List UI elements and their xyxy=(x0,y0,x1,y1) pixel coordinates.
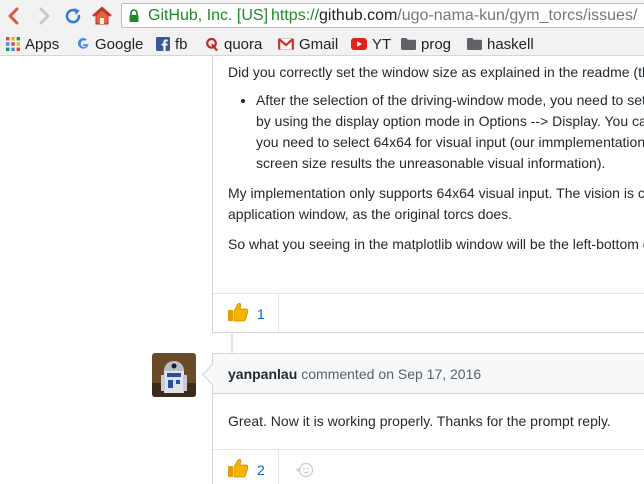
comment-paragraph: Did you correctly set the window size as… xyxy=(228,64,644,80)
url-text[interactable]: https://github.com/ugo-nama-kun/gym_torc… xyxy=(271,5,637,27)
reaction-count: 2 xyxy=(257,462,265,478)
text-line: My implementation only supports 64x64 vi… xyxy=(228,185,644,201)
folder-icon xyxy=(467,38,482,50)
bookmark-google[interactable]: Google xyxy=(76,34,143,54)
gmail-icon xyxy=(278,38,294,50)
text-line: screen size results the unreasonable vis… xyxy=(256,155,606,171)
home-button[interactable] xyxy=(90,5,114,27)
url-scheme: https:// xyxy=(271,7,320,24)
comment-body: Did you correctly set the window size as… xyxy=(228,56,644,255)
bookmark-label: YT xyxy=(372,35,392,53)
bookmark-label: quora xyxy=(224,35,263,53)
apps-grid-icon xyxy=(6,37,20,51)
folder-icon xyxy=(401,38,416,50)
bullet-item: After the selection of the driving-windo… xyxy=(256,90,644,174)
timeline-connector xyxy=(231,332,233,354)
text-line: application window, as the original torc… xyxy=(228,206,513,222)
youtube-icon xyxy=(351,38,367,50)
bookmark-fb[interactable]: fb xyxy=(156,34,188,54)
bookmark-label: prog xyxy=(421,35,452,53)
reaction-count: 1 xyxy=(257,306,265,322)
home-icon xyxy=(92,6,112,25)
avatar[interactable] xyxy=(152,353,196,397)
bookmark-gmail[interactable]: Gmail xyxy=(278,34,338,54)
comment-timestamp-link[interactable]: on Sep 17, 2016 xyxy=(378,366,481,382)
bookmarks-bar: Apps Google fb quora Gmail YT prog haske… xyxy=(0,32,644,56)
comment-author-link[interactable]: yanpanlau xyxy=(228,366,297,382)
ev-certificate-label[interactable]: GitHub, Inc. [US] xyxy=(148,5,268,27)
bookmark-label: haskell xyxy=(487,35,534,53)
facebook-icon xyxy=(156,37,170,51)
thumbs-up-reaction-button[interactable]: 1 xyxy=(213,294,279,334)
comment-card: yanpanlau commented on Sep 17, 2016 Grea… xyxy=(201,353,644,484)
thumbs-up-icon xyxy=(227,458,249,483)
bookmark-label: fb xyxy=(175,35,188,53)
google-icon xyxy=(76,37,90,51)
bookmark-prog[interactable]: prog xyxy=(401,34,451,54)
url-host: github.com xyxy=(319,7,398,24)
quora-icon xyxy=(205,37,219,51)
bookmark-quora[interactable]: quora xyxy=(205,34,262,54)
comment-action: commented xyxy=(301,365,375,382)
bookmark-yt[interactable]: YT xyxy=(351,34,391,54)
reload-icon xyxy=(65,8,81,24)
comment-paragraph: My implementation only supports 64x64 vi… xyxy=(228,183,644,225)
comment-paragraph: Great. Now it is working properly. Thank… xyxy=(228,413,611,429)
comment-paragraph: So what you seeing in the matplotlib win… xyxy=(228,236,644,252)
bookmark-label: Gmail xyxy=(299,35,339,53)
bookmark-label: Google xyxy=(95,35,144,53)
text-line: by using the display option mode in Opti… xyxy=(256,113,644,129)
comment-bullet-list: After the selection of the driving-windo… xyxy=(228,90,644,174)
add-reaction-button[interactable] xyxy=(295,461,315,484)
back-button[interactable] xyxy=(3,5,25,27)
reactions-bar: 1 xyxy=(213,293,644,334)
text-line: you need to select 64x64 for visual inpu… xyxy=(256,134,644,150)
comment-card: Did you correctly set the window size as… xyxy=(212,56,644,334)
browser-toolbar: GitHub, Inc. [US] https://github.com/ugo… xyxy=(0,0,644,32)
comment-header: yanpanlau commented on Sep 17, 2016 xyxy=(213,354,644,394)
bookmark-label: Apps xyxy=(25,35,60,53)
add-reaction-smiley-icon xyxy=(296,462,314,478)
lock-icon xyxy=(128,9,140,28)
forward-button[interactable] xyxy=(33,5,55,27)
bookmark-apps[interactable]: Apps xyxy=(6,34,59,54)
address-bar[interactable]: GitHub, Inc. [US] https://github.com/ugo… xyxy=(121,3,644,28)
forward-arrow-icon xyxy=(39,7,50,25)
thumbs-up-reaction-button[interactable]: 2 xyxy=(213,450,279,484)
issue-timeline: Did you correctly set the window size as… xyxy=(0,56,644,484)
reactions-bar: 2 xyxy=(213,449,644,484)
url-path: /ugo-nama-kun/gym_torcs/issues/ xyxy=(397,7,638,24)
comment-body: Great. Now it is working properly. Thank… xyxy=(228,411,644,432)
reload-button[interactable] xyxy=(62,5,84,27)
r2d2-avatar-image xyxy=(152,353,196,397)
text-line: After the selection of the driving-windo… xyxy=(256,92,644,108)
back-arrow-icon xyxy=(8,7,19,25)
thumbs-up-icon xyxy=(227,302,249,327)
bookmark-haskell[interactable]: haskell xyxy=(467,34,534,54)
